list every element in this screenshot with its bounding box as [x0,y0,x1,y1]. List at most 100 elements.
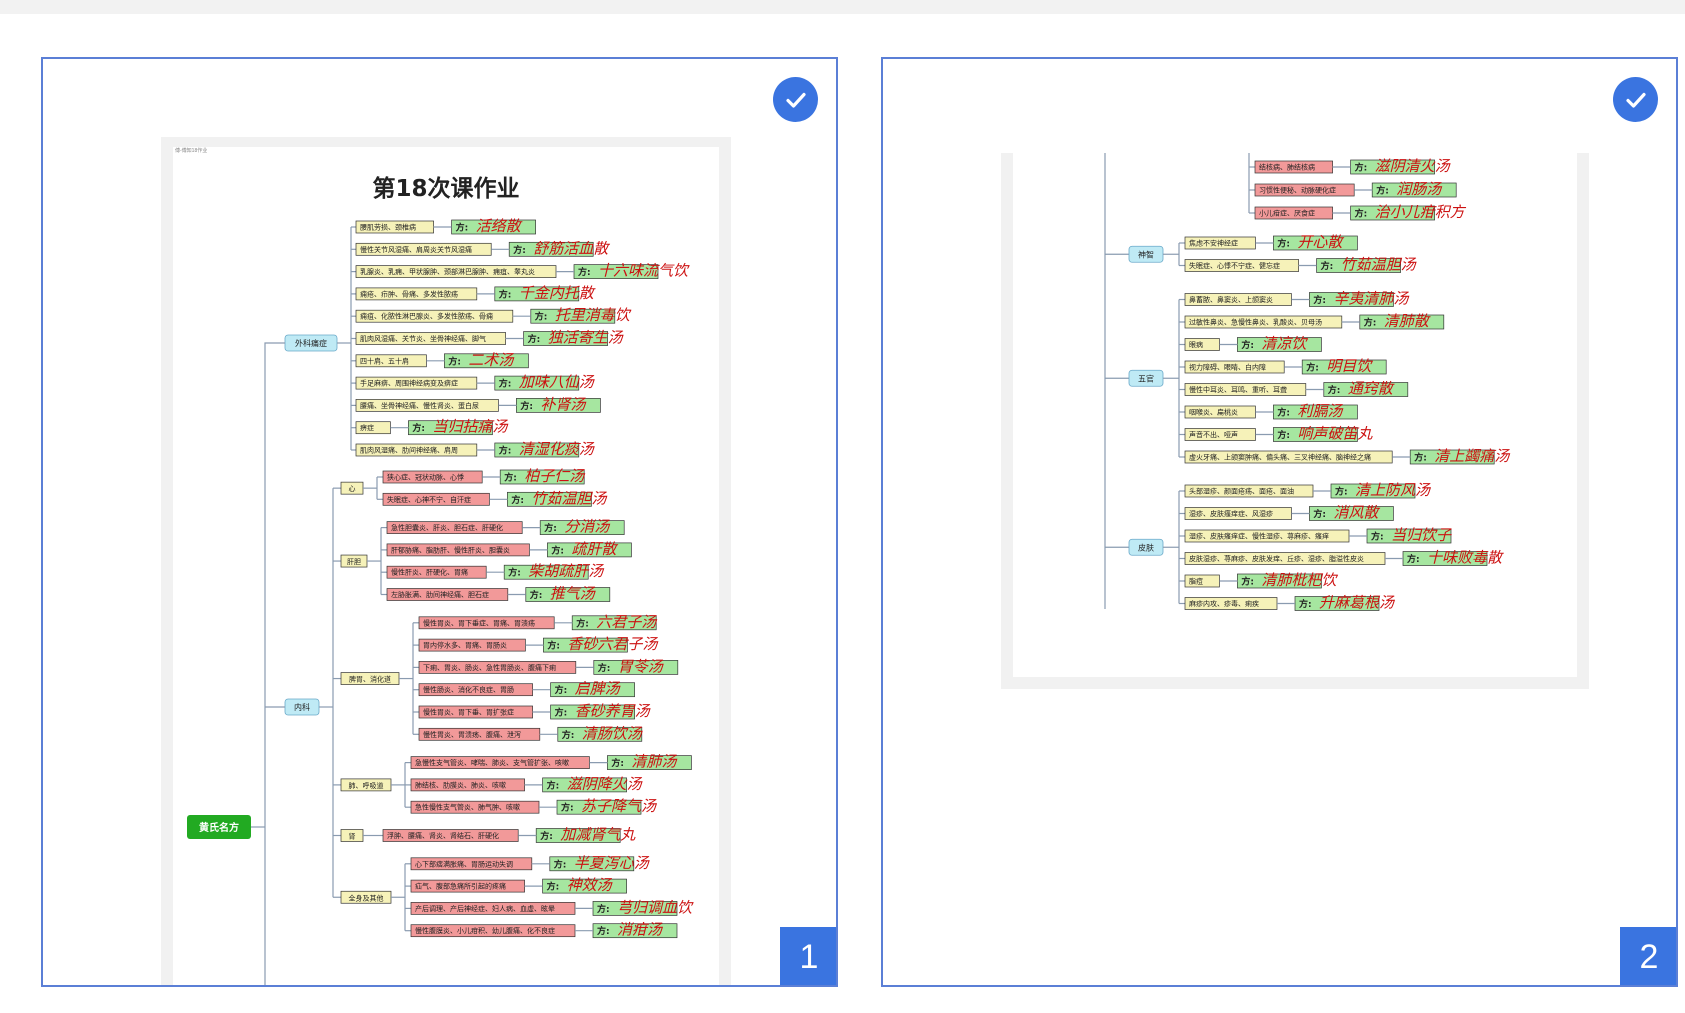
check-circle-icon[interactable] [773,77,818,122]
symptom-label: 头部湿疹、颜面疮疡、面疮、面油 [1189,487,1294,496]
symptom-label: 皮肤湿疹、荨麻疹、皮肤发痒、丘疹、湿疹、脂溢性皮炎 [1189,554,1364,563]
handwritten-answer: 十味败毒散 [1427,549,1504,567]
formula-prefix: 方: [1299,598,1312,610]
handwritten-answer: 升麻葛根汤 [1319,594,1396,612]
formula-prefix: 方: [513,244,526,256]
handwritten-answer: 分消汤 [564,518,611,536]
symptom-label: 痈疮、疖肿、骨痛、多发性脓疡 [360,289,458,298]
handwritten-answer: 半夏泻心汤 [574,854,651,872]
handwritten-answer: 神效汤 [567,876,614,894]
category-label: 外科痛症 [295,338,327,348]
handwritten-answer: 通窍散 [1348,380,1395,398]
handwritten-answer: 响声破笛丸 [1297,425,1373,443]
formula-prefix: 方: [540,830,553,842]
formula-prefix: 方: [551,544,564,556]
subcategory-label: 肺、呼吸道 [349,781,384,790]
symptom-label: 心下部痞满胀痛、胃肠运动失调 [415,859,513,868]
symptom-label: 痹症 [360,423,374,432]
handwritten-answer: 清肺散 [1384,312,1431,330]
handwritten-answer: 香砂养胃汤 [575,702,652,720]
formula-prefix: 方: [1313,508,1326,520]
handwritten-answer: 胃苓汤 [618,657,665,675]
root-label: 黄氏名方 [199,821,239,834]
symptom-label: 腰肌劳损、颈椎病 [360,223,416,232]
formula-prefix: 方: [561,802,574,814]
symptom-label: 下痢、胃炎、肠炎、急性胃肠炎、腹痛下痢 [423,663,556,672]
handwritten-answer: 舒筋活血散 [533,239,610,257]
formula-prefix: 方: [597,925,610,937]
page-thumbnail-1[interactable]: 傅-傅知18作业 第18次课作业 黄氏名方 外科痛症 腰肌劳损、颈椎病 方: 活络散 慢性… [41,57,838,987]
subcategory-label: 脾胃、消化道 [349,675,391,684]
symptom-label: 产后调理、产后神经症、妇人病、血虚、眩晕 [415,904,555,913]
symptom-label: 麻疹内攻、疹毒、痢疾 [1189,599,1259,608]
handwritten-answer: 清肺枇杷饮 [1261,571,1338,589]
category-label: 神智 [1138,249,1154,259]
symptom-label: 鼻蓄脓、鼻窦炎、上颌窦炎 [1189,295,1273,304]
handwritten-answer: 当归饮子 [1391,526,1452,544]
formula-prefix: 方: [499,378,512,390]
handwritten-answer: 竹茹温胆汤 [531,489,608,507]
handwritten-answer: 活络散 [476,217,523,235]
symptom-label: 慢性胃炎、胃下垂、胃扩张症 [423,708,514,717]
subcategory-label: 肝胆 [347,558,361,566]
formula-prefix: 方: [554,858,567,870]
formula-prefix: 方: [528,333,541,345]
handwritten-answer: 清肺汤 [631,753,678,771]
formula-prefix: 方: [1277,407,1290,419]
formula-prefix: 方: [1277,238,1290,250]
handwritten-answer: 开心散 [1297,233,1344,251]
handwritten-answer: 清凉饮 [1261,335,1308,353]
handwritten-answer: 补肾汤 [540,395,587,413]
formula-prefix: 方: [1414,452,1427,464]
symptom-label: 左胁胀满、肋间神经痛、胆石症 [391,590,489,599]
symptom-label: 视力障碍、眼睛、白内障 [1189,363,1266,372]
symptom-label: 肌肉风湿痛、关节炎、坐骨神经痛、脚气 [360,334,486,343]
handwritten-answer: 治小儿疳积方 [1375,203,1467,221]
symptom-label: 肺结核、肋膜炎、肺炎、咳嗽 [415,780,506,789]
handwritten-answer: 辛夷清肺汤 [1333,290,1410,308]
handwritten-answer: 推气汤 [550,585,597,603]
symptom-label: 痈疽、化脓性淋巴腺炎、多发性脓疡、骨痈 [360,312,493,321]
symptom-label: 眼病 [1189,340,1203,349]
symptom-label: 疝气、腹部急痛所引起的疼痛 [415,882,506,891]
formula-prefix: 方: [1376,185,1389,197]
formula-prefix: 方: [611,757,624,769]
handwritten-answer: 芎归调血饮 [617,898,694,916]
formula-prefix: 方: [547,779,560,791]
symptom-label: 湿疹、皮肤瘙痒症、风湿疹 [1189,509,1273,518]
formula-prefix: 方: [578,266,591,278]
handwritten-answer: 消疳汤 [617,921,664,939]
symptom-label: 结核病、肺结核病 [1259,163,1315,172]
symptom-label: 湿疹、皮肤瘙痒症、慢性湿疹、荨麻疹、瘙痒 [1189,532,1329,541]
formula-prefix: 方: [1313,294,1326,306]
page-number-badge: 2 [1620,927,1676,985]
handwritten-answer: 二术汤 [468,351,515,369]
symptom-label: 急性胆囊炎、肝炎、胆石症、肝硬化 [391,523,503,532]
symptom-label: 慢性胃炎、胃下垂症、胃痛、胃溃疡 [423,618,535,627]
symptom-label: 声音不出、哑声 [1189,430,1238,439]
handwritten-answer: 六君子汤 [596,613,658,631]
handwritten-answer: 清肠饮汤 [582,724,644,742]
formula-prefix: 方: [511,494,524,506]
handwritten-answer: 千金内托散 [519,284,596,302]
formula-prefix: 方: [1277,429,1290,441]
formula-prefix: 方: [412,422,425,434]
mind-map-2: 结核病、肺结核病 方: 滋阴清火汤习惯性便秘、动脉硬化症 方: 润肠汤小儿疳症、厌食症方… [1104,153,1511,612]
check-circle-icon[interactable] [1613,77,1658,122]
page-thumbnail-2[interactable]: 结核病、肺结核病 方: 滋阴清火汤 习惯性便秘、动脉硬化症 方: 润肠汤 小儿疳症、厌食症方… [881,57,1678,987]
formula-prefix: 方: [555,707,568,719]
category-label: 皮肤 [1138,542,1154,552]
formula-prefix: 方: [504,472,517,484]
formula-prefix: 方: [1241,339,1254,351]
handwritten-answer: 十六味流气饮 [598,262,690,280]
formula-prefix: 方: [547,640,560,652]
formula-prefix: 方: [544,522,557,534]
symptom-label: 习惯性便秘、动脉硬化症 [1259,186,1336,195]
formula-prefix: 方: [576,617,589,629]
handwritten-answer: 柏子仁汤 [524,467,586,485]
symptom-label: 手足麻痹、周围神经病变及痹症 [360,379,458,388]
handwritten-answer: 滋阴降火汤 [567,775,644,793]
handwritten-answer: 加减肾气丸 [560,826,636,844]
handwritten-answer: 启脾汤 [575,680,622,698]
page-preview-1: 傅-傅知18作业 第18次课作业 黄氏名方 外科痛症 腰肌劳损、颈椎病 方: 活络散 慢性… [161,137,731,985]
